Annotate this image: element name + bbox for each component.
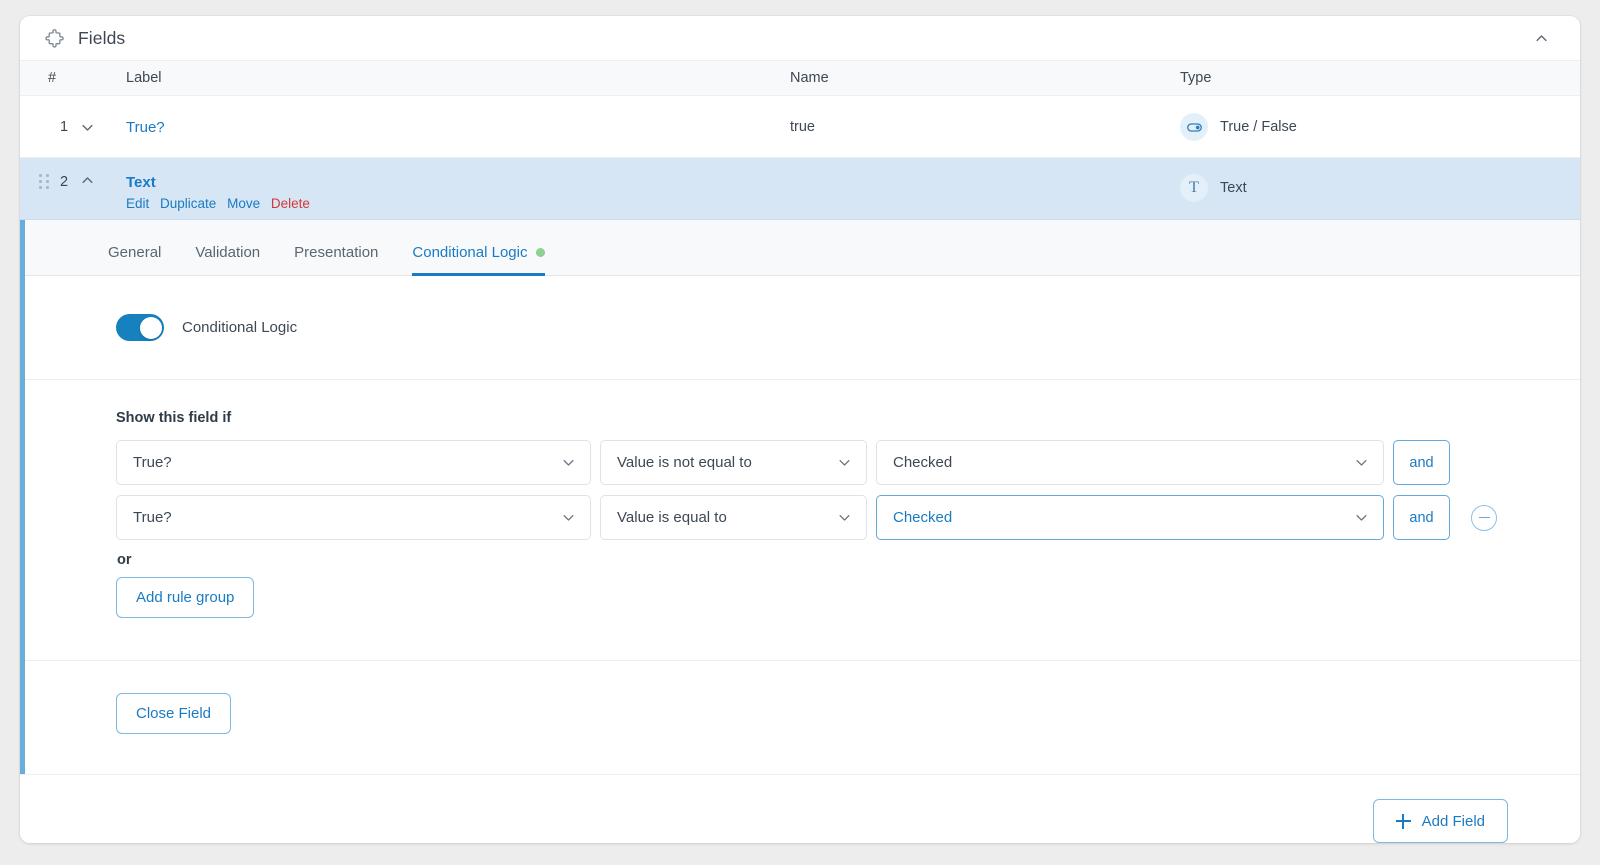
rule-conjunction-and-button[interactable]: and (1393, 495, 1450, 540)
rules-block: Show this field if True? Value is not eq… (20, 380, 1580, 661)
chevron-down-icon (1354, 455, 1369, 470)
rule-operator-value: Value is not equal to (617, 454, 837, 471)
add-rule-group-button[interactable]: Add rule group (116, 577, 254, 618)
text-T-icon: T (1180, 174, 1208, 202)
rule-field-value: True? (133, 509, 561, 526)
collapse-panel-button[interactable] (1528, 25, 1554, 51)
rule-operator-value: Value is equal to (617, 509, 837, 526)
row-number: 1 (20, 119, 80, 135)
chevron-down-icon (837, 455, 852, 470)
rules-title: Show this field if (116, 410, 1580, 426)
chevron-down-icon (1354, 510, 1369, 525)
row-label-cell: True? (126, 119, 790, 136)
add-field-button[interactable]: Add Field (1373, 799, 1508, 843)
fields-card: Fields # Label Name Type 1 (20, 16, 1580, 843)
column-header-number: # (20, 70, 80, 86)
puzzle-piece-icon (44, 28, 65, 49)
rule-row: True? Value is not equal to Checked and (116, 440, 1580, 485)
rule-value-select[interactable]: Checked (876, 495, 1384, 540)
column-header-name: Name (790, 70, 1180, 86)
rule-value-select[interactable]: Checked (876, 440, 1384, 485)
field-settings-panel: General Validation Presentation Conditio… (20, 220, 1580, 775)
toggle-knob (140, 317, 162, 339)
column-header-label: Label (126, 70, 790, 86)
duplicate-link[interactable]: Duplicate (160, 196, 216, 211)
rule-value-value: Checked (893, 509, 1354, 526)
chevron-down-icon (561, 455, 576, 470)
page-title: Fields (78, 28, 125, 49)
field-label-link[interactable]: True? (126, 119, 165, 136)
rule-field-select[interactable]: True? (116, 440, 591, 485)
row-type-cell: True / False (1180, 113, 1580, 141)
tab-validation[interactable]: Validation (195, 244, 260, 275)
close-field-button[interactable]: Close Field (116, 693, 231, 734)
delete-link[interactable]: Delete (271, 196, 310, 211)
or-separator-label: or (117, 552, 1580, 568)
conditional-logic-toggle-row: Conditional Logic (20, 276, 1580, 380)
table-row[interactable]: 2 Text Edit Duplicate Move Delete (20, 158, 1580, 220)
settings-tabs: General Validation Presentation Conditio… (20, 220, 1580, 276)
row-type-cell: T Text (1180, 174, 1580, 202)
chevron-up-icon[interactable] (80, 173, 126, 188)
tab-label: Presentation (294, 244, 378, 261)
tab-general[interactable]: General (108, 244, 161, 275)
conditional-logic-toggle-label: Conditional Logic (182, 319, 297, 336)
table-header-row: # Label Name Type (20, 61, 1580, 96)
settings-body: Conditional Logic Show this field if Tru… (20, 276, 1580, 774)
row-type-label: True / False (1220, 119, 1297, 135)
row-name-value: true (790, 119, 1180, 135)
status-dot-icon (536, 248, 545, 257)
page-background: Fields # Label Name Type 1 (0, 0, 1600, 865)
minus-circle-icon[interactable] (1471, 505, 1497, 531)
drag-handle-icon[interactable] (39, 174, 49, 189)
rule-operator-select[interactable]: Value is equal to (600, 495, 867, 540)
field-label-link[interactable]: Text (126, 174, 790, 191)
chevron-down-icon[interactable] (80, 120, 126, 135)
rule-field-value: True? (133, 454, 561, 471)
plus-icon (1396, 814, 1411, 829)
add-field-label: Add Field (1422, 813, 1485, 830)
conditional-logic-toggle[interactable] (116, 314, 164, 341)
tab-label: General (108, 244, 161, 261)
rule-value-value: Checked (893, 454, 1354, 471)
toggle-switch-icon (1180, 113, 1208, 141)
tab-conditional-logic[interactable]: Conditional Logic (412, 244, 545, 275)
rule-operator-select[interactable]: Value is not equal to (600, 440, 867, 485)
row-number: 2 (20, 174, 80, 190)
card-footer: Add Field (20, 775, 1580, 843)
move-link[interactable]: Move (227, 196, 260, 211)
close-field-block: Close Field (20, 661, 1580, 774)
rule-field-select[interactable]: True? (116, 495, 591, 540)
edit-link[interactable]: Edit (126, 196, 149, 211)
chevron-down-icon (837, 510, 852, 525)
chevron-down-icon (561, 510, 576, 525)
row-actions: Edit Duplicate Move Delete (126, 196, 790, 211)
column-header-type: Type (1180, 70, 1580, 86)
rule-row: True? Value is equal to Checked and (116, 495, 1580, 540)
table-row[interactable]: 1 True? true T (20, 96, 1580, 158)
card-header: Fields (20, 16, 1580, 61)
rule-conjunction-and-button[interactable]: and (1393, 440, 1450, 485)
tab-label: Conditional Logic (412, 244, 527, 261)
row-type-label: Text (1220, 180, 1247, 196)
tab-presentation[interactable]: Presentation (294, 244, 378, 275)
tab-label: Validation (195, 244, 260, 261)
row-label-cell: Text Edit Duplicate Move Delete (126, 174, 790, 211)
